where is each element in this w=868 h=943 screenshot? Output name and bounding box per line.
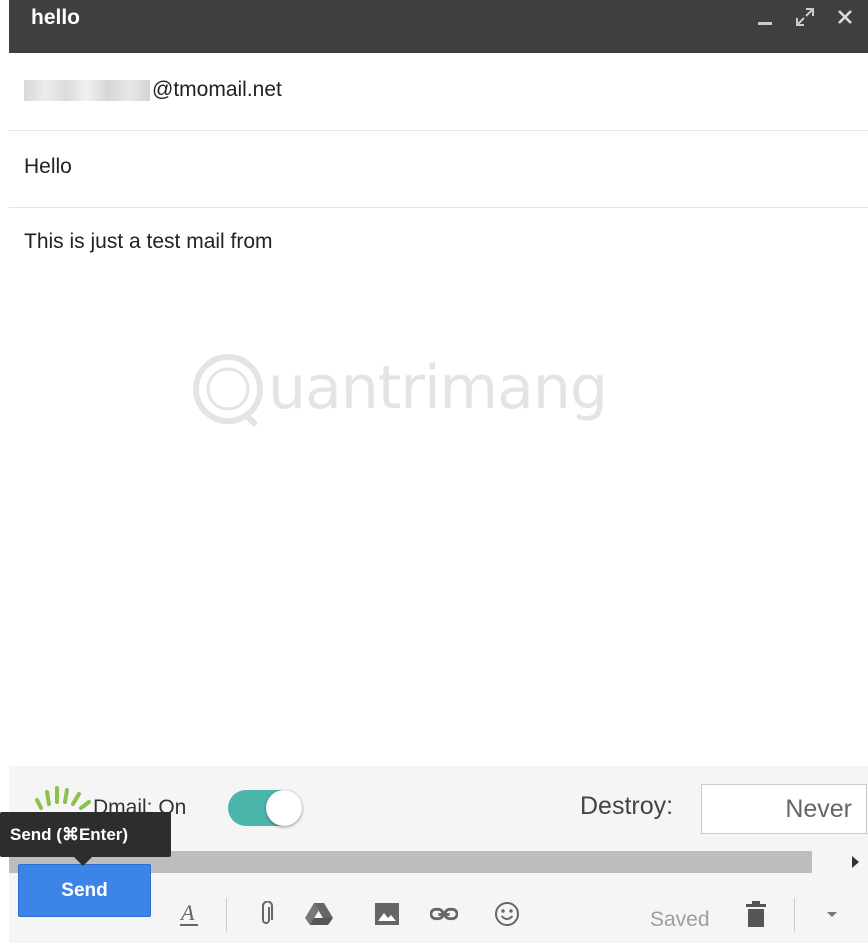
compose-title: hello bbox=[31, 6, 81, 29]
compose-toolbar: Send A Saved bbox=[9, 864, 868, 943]
toggle-knob bbox=[266, 790, 302, 826]
trash-icon[interactable] bbox=[742, 900, 770, 928]
paperclip-icon[interactable] bbox=[252, 900, 280, 928]
recipient-domain: @tmomail.net bbox=[152, 78, 282, 101]
watermark-text: uantrimang bbox=[268, 353, 608, 423]
message-body-text: This is just a test mail from bbox=[24, 230, 273, 253]
destroy-value: Never bbox=[785, 795, 852, 823]
subject-value: Hello bbox=[24, 155, 72, 178]
drive-icon[interactable] bbox=[305, 900, 333, 928]
photo-icon[interactable] bbox=[373, 900, 401, 928]
recipients-field[interactable]: @tmomail.net bbox=[9, 53, 868, 131]
send-tooltip: Send (⌘Enter) bbox=[0, 812, 171, 857]
scroll-right-arrow-icon[interactable] bbox=[852, 856, 859, 868]
compose-title-bar[interactable]: hello bbox=[9, 0, 868, 53]
dmail-toggle[interactable] bbox=[228, 790, 302, 826]
expand-icon[interactable] bbox=[794, 6, 816, 28]
watermark-logo: uantrimang bbox=[190, 345, 610, 435]
send-button[interactable]: Send bbox=[18, 864, 151, 917]
redacted-recipient bbox=[24, 80, 150, 101]
message-body[interactable]: This is just a test mail from bbox=[9, 208, 868, 766]
svg-text:A: A bbox=[179, 901, 195, 925]
destroy-label: Destroy: bbox=[580, 792, 674, 820]
text-format-icon[interactable]: A bbox=[175, 900, 203, 928]
destroy-select[interactable]: Never bbox=[701, 784, 867, 834]
tooltip-arrow bbox=[73, 856, 93, 866]
toolbar-divider bbox=[794, 898, 795, 932]
chevron-down-icon[interactable] bbox=[818, 900, 846, 928]
link-icon[interactable] bbox=[430, 900, 458, 928]
saved-status: Saved bbox=[650, 908, 710, 931]
emoji-icon[interactable] bbox=[493, 900, 521, 928]
minimize-icon[interactable] bbox=[754, 6, 776, 28]
close-icon[interactable] bbox=[834, 6, 856, 28]
toolbar-divider bbox=[226, 898, 227, 932]
subject-field[interactable]: Hello bbox=[9, 131, 868, 208]
